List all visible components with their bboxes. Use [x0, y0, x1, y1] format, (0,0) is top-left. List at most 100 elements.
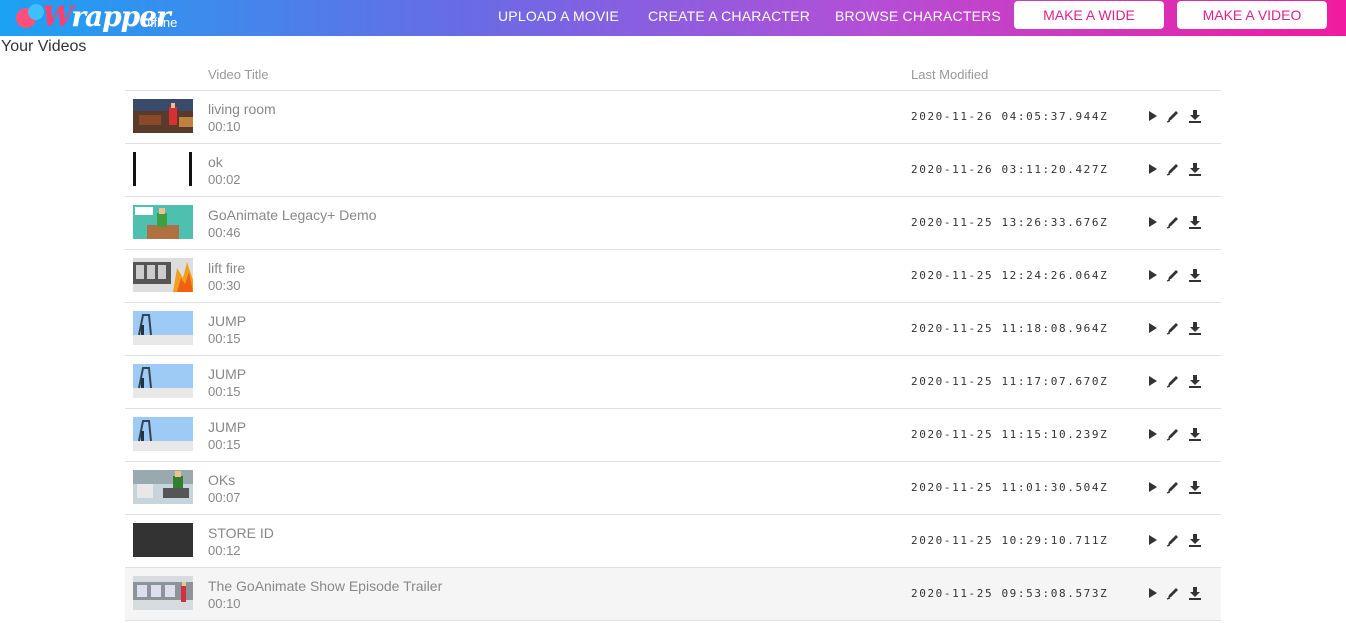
row-actions — [1145, 108, 1209, 124]
table-row[interactable]: STORE ID 00:12 2020-11-25 10:29:10.711Z — [125, 515, 1221, 568]
play-icon[interactable] — [1145, 373, 1161, 389]
video-title[interactable]: OKs — [208, 472, 235, 488]
video-thumbnail[interactable] — [133, 523, 193, 557]
video-thumbnail[interactable] — [133, 576, 193, 610]
edit-pencil-icon[interactable] — [1165, 373, 1181, 389]
video-thumbnail[interactable] — [133, 470, 193, 504]
download-icon[interactable] — [1187, 320, 1203, 336]
last-modified-date: 2020-11-26 03:11:20.427Z — [911, 163, 1109, 176]
row-actions — [1145, 267, 1209, 283]
play-icon[interactable] — [1145, 320, 1161, 336]
table-row[interactable]: The GoAnimate Show Episode Trailer 00:10 2… — [125, 568, 1221, 621]
video-duration: 00:12 — [208, 543, 241, 558]
play-icon[interactable] — [1145, 214, 1161, 230]
video-title[interactable]: The GoAnimate Show Episode Trailer — [208, 578, 442, 594]
video-thumbnail[interactable] — [133, 311, 193, 345]
video-title[interactable]: JUMP — [208, 419, 246, 435]
last-modified-date: 2020-11-25 13:26:33.676Z — [911, 216, 1109, 229]
table-row[interactable]: GoAnimate Legacy+ Demo 00:46 2020-11-25 13… — [125, 197, 1221, 250]
download-icon[interactable] — [1187, 267, 1203, 283]
video-thumbnail[interactable] — [133, 205, 193, 239]
download-icon[interactable] — [1187, 532, 1203, 548]
download-icon[interactable] — [1187, 373, 1203, 389]
edit-pencil-icon[interactable] — [1165, 214, 1181, 230]
video-title[interactable]: JUMP — [208, 366, 246, 382]
video-title[interactable]: JUMP — [208, 313, 246, 329]
video-thumbnail[interactable] — [133, 417, 193, 451]
video-duration: 00:15 — [208, 331, 241, 346]
last-modified-date: 2020-11-25 10:29:10.711Z — [911, 534, 1109, 547]
download-icon[interactable] — [1187, 479, 1203, 495]
video-duration: 00:30 — [208, 278, 241, 293]
video-duration: 00:15 — [208, 384, 241, 399]
row-actions — [1145, 373, 1209, 389]
last-modified-date: 2020-11-25 11:18:08.964Z — [911, 322, 1109, 335]
video-duration: 00:10 — [208, 596, 241, 611]
last-modified-date: 2020-11-25 12:24:26.064Z — [911, 269, 1109, 282]
edit-pencil-icon[interactable] — [1165, 320, 1181, 336]
row-actions — [1145, 320, 1209, 336]
table-row[interactable]: living room 00:10 2020-11-26 04:05:37.944Z — [125, 91, 1221, 144]
nav-browse-characters[interactable]: BROWSE CHARACTERS — [835, 8, 1001, 24]
make-video-button[interactable]: MAKE A VIDEO — [1177, 1, 1327, 29]
last-modified-date: 2020-11-25 11:01:30.504Z — [911, 481, 1109, 494]
row-actions — [1145, 426, 1209, 442]
table-row[interactable]: ok 00:02 2020-11-26 03:11:20.427Z — [125, 144, 1221, 197]
column-header-last-modified[interactable]: Last Modified — [911, 67, 988, 82]
video-thumbnail[interactable] — [133, 258, 193, 292]
download-icon[interactable] — [1187, 161, 1203, 177]
row-actions — [1145, 214, 1209, 230]
play-icon[interactable] — [1145, 267, 1161, 283]
row-actions — [1145, 479, 1209, 495]
table-row[interactable]: JUMP 00:15 2020-11-25 11:18:08.964Z — [125, 303, 1221, 356]
video-duration: 00:46 — [208, 225, 241, 240]
videos-table: Video Title Last Modified living room 00:… — [125, 60, 1221, 621]
video-title[interactable]: STORE ID — [208, 525, 274, 541]
edit-pencil-icon[interactable] — [1165, 585, 1181, 601]
play-icon[interactable] — [1145, 108, 1161, 124]
table-header: Video Title Last Modified — [125, 60, 1221, 91]
download-icon[interactable] — [1187, 426, 1203, 442]
edit-pencil-icon[interactable] — [1165, 532, 1181, 548]
nav-upload-movie[interactable]: UPLOAD A MOVIE — [498, 8, 619, 24]
video-duration: 00:02 — [208, 172, 241, 187]
video-title[interactable]: GoAnimate Legacy+ Demo — [208, 207, 376, 223]
play-icon[interactable] — [1145, 426, 1161, 442]
table-row[interactable]: lift fire 00:30 2020-11-25 12:24:26.064Z — [125, 250, 1221, 303]
column-header-video-title[interactable]: Video Title — [208, 67, 268, 82]
download-icon[interactable] — [1187, 214, 1203, 230]
video-title[interactable]: living room — [208, 101, 276, 117]
table-row[interactable]: JUMP 00:15 2020-11-25 11:15:10.239Z — [125, 409, 1221, 462]
video-duration: 00:15 — [208, 437, 241, 452]
play-icon[interactable] — [1145, 161, 1161, 177]
row-actions — [1145, 585, 1209, 601]
nav-create-character[interactable]: CREATE A CHARACTER — [648, 8, 810, 24]
video-title[interactable]: ok — [208, 154, 223, 170]
table-row[interactable]: JUMP 00:15 2020-11-25 11:17:07.670Z — [125, 356, 1221, 409]
wrapper-offline-logo[interactable]: Wrapper Offline — [14, 0, 194, 34]
video-thumbnail[interactable] — [133, 152, 193, 186]
edit-pencil-icon[interactable] — [1165, 479, 1181, 495]
edit-pencil-icon[interactable] — [1165, 161, 1181, 177]
download-icon[interactable] — [1187, 108, 1203, 124]
edit-pencil-icon[interactable] — [1165, 426, 1181, 442]
video-thumbnail[interactable] — [133, 99, 193, 133]
make-wide-button[interactable]: MAKE A WIDE — [1014, 1, 1164, 29]
logo-subtitle: Offline — [140, 15, 178, 30]
table-row[interactable]: OKs 00:07 2020-11-25 11:01:30.504Z — [125, 462, 1221, 515]
play-icon[interactable] — [1145, 532, 1161, 548]
video-title[interactable]: lift fire — [208, 260, 245, 276]
play-icon[interactable] — [1145, 479, 1161, 495]
top-navigation-bar: Wrapper Offline UPLOAD A MOVIE CREATE A … — [0, 0, 1346, 36]
last-modified-date: 2020-11-25 11:15:10.239Z — [911, 428, 1109, 441]
video-thumbnail[interactable] — [133, 364, 193, 398]
last-modified-date: 2020-11-25 09:53:08.573Z — [911, 587, 1109, 600]
row-actions — [1145, 532, 1209, 548]
edit-pencil-icon[interactable] — [1165, 267, 1181, 283]
edit-pencil-icon[interactable] — [1165, 108, 1181, 124]
last-modified-date: 2020-11-25 11:17:07.670Z — [911, 375, 1109, 388]
page-title: Your Videos — [1, 38, 87, 55]
last-modified-date: 2020-11-26 04:05:37.944Z — [911, 110, 1109, 123]
download-icon[interactable] — [1187, 585, 1203, 601]
play-icon[interactable] — [1145, 585, 1161, 601]
